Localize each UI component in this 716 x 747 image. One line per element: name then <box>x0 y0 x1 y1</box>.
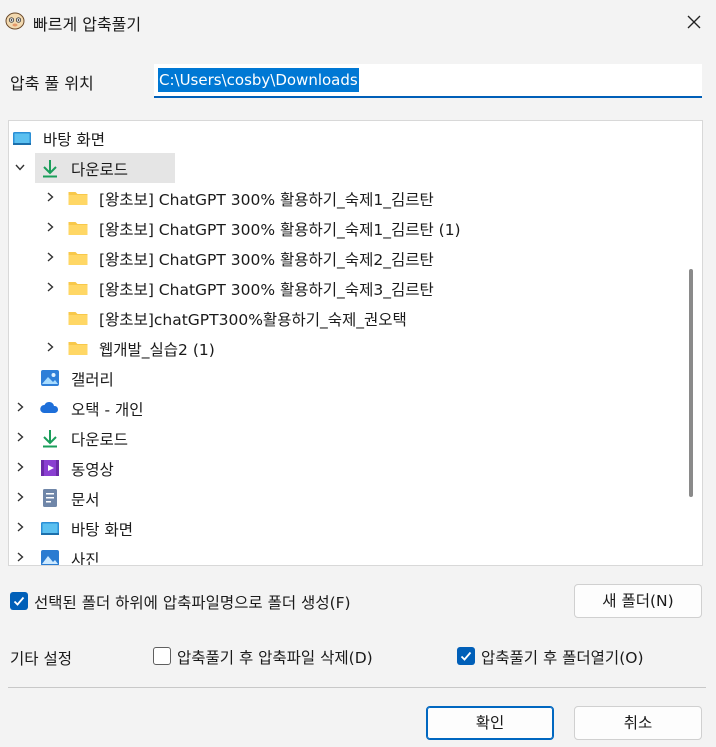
tree-item[interactable]: [왕초보] ChatGPT 300% 활용하기_숙제3_김르탄 <box>9 273 674 303</box>
chevron-right-icon[interactable] <box>43 190 57 204</box>
tree-item[interactable]: 다운로드 <box>9 423 674 453</box>
tree-item-label: [왕초보] ChatGPT 300% 활용하기_숙제1_김르탄 <box>99 191 434 209</box>
tree-item-label: 바탕 화면 <box>43 131 105 149</box>
tree-item-label: 다운로드 <box>71 431 129 449</box>
new-folder-button[interactable]: 새 폴더(N) <box>574 584 702 618</box>
onedrive-cloud-icon <box>39 397 61 419</box>
tree-item-label: 웹개발_실습2 (1) <box>99 341 215 359</box>
tree-item[interactable]: [왕초보] ChatGPT 300% 활용하기_숙제2_김르탄 <box>9 243 674 273</box>
tree-item[interactable]: [왕초보] ChatGPT 300% 활용하기_숙제1_김르탄 (1) <box>9 213 674 243</box>
tree-item[interactable]: 바탕 화면 <box>9 123 674 153</box>
app-icon <box>5 12 25 30</box>
chevron-right-icon[interactable] <box>13 430 27 444</box>
tree-item-label: 동영상 <box>71 461 114 479</box>
tree-item[interactable]: 갤러리 <box>9 363 674 393</box>
other-settings-label: 기타 설정 <box>10 650 72 668</box>
tree-item-label: [왕초보] ChatGPT 300% 활용하기_숙제2_김르탄 <box>99 251 434 269</box>
divider <box>8 687 706 688</box>
desktop-icon <box>39 517 61 539</box>
create-folder-label: 선택된 폴더 하위에 압축파일명으로 폴더 생성(F) <box>34 594 351 612</box>
tree-item[interactable]: [왕초보]chatGPT300%활용하기_숙제_권오택 <box>9 303 674 333</box>
chevron-right-icon[interactable] <box>13 490 27 504</box>
window-title: 빠르게 압축풀기 <box>33 15 142 34</box>
tree-item[interactable]: 다운로드 <box>9 153 674 183</box>
tree-item[interactable]: 오택 - 개인 <box>9 393 674 423</box>
close-icon[interactable] <box>680 8 708 36</box>
chevron-right-icon[interactable] <box>43 220 57 234</box>
folder-icon <box>67 247 89 269</box>
tree-item-label: [왕초보]chatGPT300%활용하기_숙제_권오택 <box>99 311 407 329</box>
chevron-right-icon[interactable] <box>13 550 27 564</box>
cancel-button[interactable]: 취소 <box>574 706 702 740</box>
tree-item-label: 다운로드 <box>71 161 129 179</box>
tree-item-label: 바탕 화면 <box>71 521 133 539</box>
video-icon <box>39 457 61 479</box>
folder-icon <box>67 187 89 209</box>
open-after-label: 압축풀기 후 폴더열기(O) <box>481 649 644 667</box>
tree-item[interactable]: 사진 <box>9 543 674 566</box>
chevron-right-icon[interactable] <box>13 400 27 414</box>
extract-location-label: 압축 풀 위치 <box>10 74 94 93</box>
extract-location-value: C:\Users\cosby\Downloads <box>158 68 359 92</box>
pictures-icon <box>39 547 61 565</box>
extract-location-input[interactable]: C:\Users\cosby\Downloads <box>154 64 702 98</box>
folder-icon <box>67 217 89 239</box>
chevron-right-icon[interactable] <box>43 250 57 264</box>
folder-icon <box>67 277 89 299</box>
desktop-icon <box>11 127 33 149</box>
chevron-down-icon[interactable] <box>13 160 27 174</box>
download-icon <box>39 157 61 179</box>
tree-item[interactable]: 웹개발_실습2 (1) <box>9 333 674 363</box>
create-folder-checkbox[interactable] <box>10 592 28 610</box>
chevron-right-icon[interactable] <box>43 340 57 354</box>
chevron-right-icon[interactable] <box>43 280 57 294</box>
tree-item[interactable]: 문서 <box>9 483 674 513</box>
tree-item-label: 오택 - 개인 <box>71 401 144 419</box>
ok-button[interactable]: 확인 <box>426 706 554 740</box>
tree-item-label: 문서 <box>71 491 100 509</box>
open-after-checkbox[interactable] <box>457 647 475 665</box>
gallery-icon <box>39 367 61 389</box>
document-icon <box>39 487 61 509</box>
folder-tree[interactable]: 바탕 화면 다운로드 [왕초보] ChatGPT 300% 활용하기_숙제1_김르탄… <box>8 120 703 566</box>
chevron-right-icon[interactable] <box>13 520 27 534</box>
delete-after-checkbox[interactable] <box>153 647 171 665</box>
chevron-right-icon[interactable] <box>13 460 27 474</box>
tree-item-label: 사진 <box>71 551 100 566</box>
tree-item[interactable]: [왕초보] ChatGPT 300% 활용하기_숙제1_김르탄 <box>9 183 674 213</box>
download-icon <box>39 427 61 449</box>
title-bar: 빠르게 압축풀기 <box>0 0 716 44</box>
delete-after-label: 압축풀기 후 압축파일 삭제(D) <box>177 649 373 667</box>
folder-icon <box>67 337 89 359</box>
tree-item[interactable]: 바탕 화면 <box>9 513 674 543</box>
tree-scrollbar[interactable] <box>689 269 693 497</box>
tree-item-label: [왕초보] ChatGPT 300% 활용하기_숙제1_김르탄 (1) <box>99 221 461 239</box>
folder-icon <box>67 307 89 329</box>
tree-item[interactable]: 동영상 <box>9 453 674 483</box>
tree-item-label: 갤러리 <box>71 371 114 389</box>
tree-item-label: [왕초보] ChatGPT 300% 활용하기_숙제3_김르탄 <box>99 281 434 299</box>
